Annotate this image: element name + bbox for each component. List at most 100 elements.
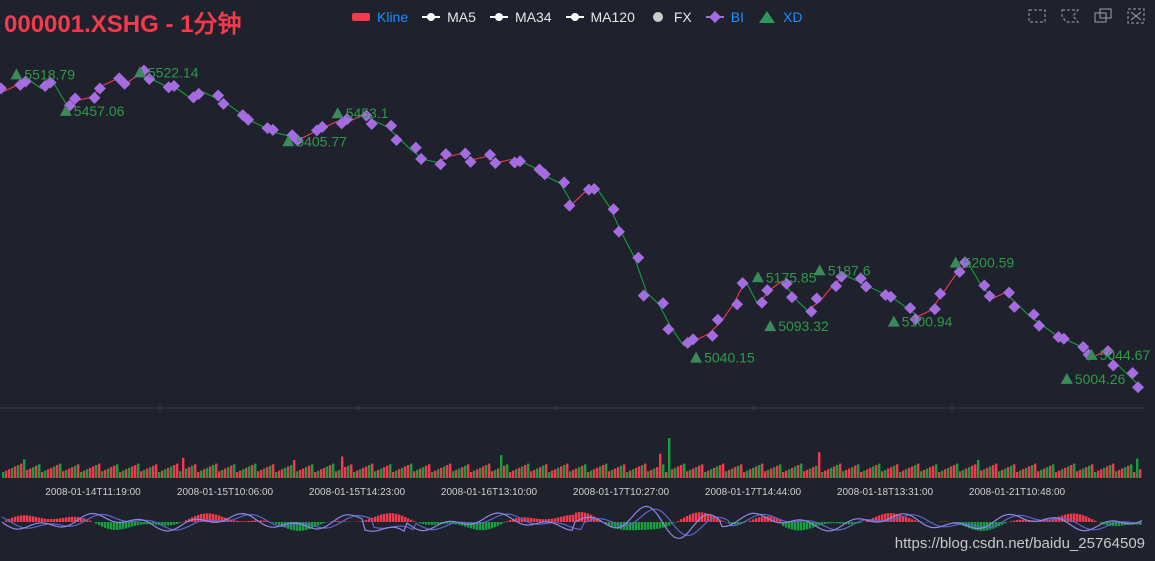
- volume-bar: [662, 464, 665, 478]
- macd-bar: [407, 518, 410, 522]
- macd-bar: [413, 521, 416, 522]
- macd-bar: [26, 515, 29, 522]
- macd-bar: [359, 521, 362, 522]
- volume-bar: [1094, 472, 1097, 478]
- volume-bar: [1016, 472, 1019, 478]
- volume-bar: [35, 465, 38, 478]
- macd-bar: [140, 522, 143, 525]
- macd-bar: [1004, 522, 1007, 524]
- bi-point: [434, 158, 447, 171]
- volume-bar: [44, 470, 47, 478]
- macd-bar: [551, 518, 554, 522]
- volume-bar: [533, 469, 536, 478]
- macd-bar: [167, 522, 170, 526]
- volume-bar: [458, 468, 461, 478]
- volume-bar: [665, 472, 668, 478]
- volume-bar: [374, 471, 377, 478]
- volume-bar: [380, 468, 383, 478]
- bi-point: [1027, 308, 1040, 321]
- volume-bar: [731, 468, 734, 478]
- volume-bar: [347, 465, 350, 478]
- macd-bar: [419, 522, 422, 524]
- macd-bar: [491, 522, 494, 529]
- volume-bar: [569, 471, 572, 478]
- volume-bar: [1118, 469, 1121, 478]
- volume-bar: [155, 464, 158, 478]
- volume-bar: [248, 466, 251, 478]
- macd-bar: [539, 519, 542, 522]
- volume-bar: [110, 467, 113, 478]
- price-segment: [152, 79, 165, 86]
- volume-bar: [377, 469, 380, 478]
- macd-bar: [65, 517, 68, 522]
- xd-marker: [764, 320, 777, 332]
- volume-bar: [830, 467, 833, 478]
- price-segment: [572, 191, 586, 205]
- price-segment: [596, 188, 611, 208]
- volume-bar: [908, 467, 911, 478]
- volume-bar: [383, 467, 386, 478]
- price-segment: [633, 256, 648, 293]
- volume-bar: [230, 465, 233, 478]
- volume-bar: [755, 466, 758, 478]
- macd-bar: [272, 522, 275, 523]
- volume-bar: [434, 470, 437, 478]
- volume-bar: [590, 470, 593, 478]
- macd-bar: [1088, 517, 1091, 522]
- volume-bar: [812, 467, 815, 478]
- macd-bar: [497, 522, 500, 526]
- volume-bar: [164, 469, 167, 478]
- volume-bar: [308, 465, 311, 478]
- volume-bar: [746, 470, 749, 478]
- macd-bar: [380, 514, 383, 522]
- volume-bar: [815, 465, 818, 478]
- volume-bar: [353, 472, 356, 478]
- volume-bar: [1073, 463, 1076, 478]
- volume-bar: [962, 469, 965, 478]
- volume-bar: [74, 465, 77, 478]
- macd-bar: [335, 520, 338, 522]
- volume-bar: [1127, 465, 1130, 478]
- volume-bar: [1097, 470, 1100, 478]
- macd-bar: [668, 522, 671, 526]
- volume-bar: [158, 472, 161, 478]
- volume-bar: [851, 467, 854, 478]
- macd-bar: [704, 512, 707, 522]
- volume-bar: [887, 468, 890, 478]
- volume-bar: [833, 466, 836, 478]
- macd-bar: [554, 518, 557, 522]
- volume-bar: [1040, 469, 1043, 478]
- macd-bar: [71, 516, 74, 522]
- macd-bar: [836, 522, 839, 524]
- macd-bar: [533, 518, 536, 522]
- volume-bar: [410, 463, 413, 478]
- volume-bar: [1139, 469, 1142, 478]
- macd-bar: [500, 522, 503, 525]
- volume-bar: [977, 460, 980, 478]
- volume-bar: [11, 467, 14, 478]
- macd-bar: [536, 518, 539, 522]
- volume-bar: [1091, 464, 1094, 478]
- volume-bar: [926, 468, 929, 478]
- macd-bar: [107, 522, 110, 529]
- volume-bar: [65, 469, 68, 478]
- volume-bar: [587, 472, 590, 478]
- macd-bar: [908, 518, 911, 522]
- volume-bar: [419, 468, 422, 478]
- macd-bar: [674, 522, 677, 523]
- volume-bar: [1088, 465, 1091, 478]
- macd-bar: [692, 513, 695, 522]
- macd-bar: [41, 518, 44, 522]
- volume-bar: [638, 466, 641, 478]
- bi-point: [761, 284, 774, 297]
- macd-bar: [365, 519, 368, 522]
- macd-bar: [398, 514, 401, 522]
- volume-bar: [635, 467, 638, 478]
- volume-bar: [389, 464, 392, 478]
- volume-bar: [101, 471, 104, 478]
- macd-bar: [122, 522, 125, 530]
- macd-bar: [170, 522, 173, 526]
- volume-bar: [428, 464, 431, 478]
- volume-bar: [203, 469, 206, 478]
- volume-bar: [122, 470, 125, 478]
